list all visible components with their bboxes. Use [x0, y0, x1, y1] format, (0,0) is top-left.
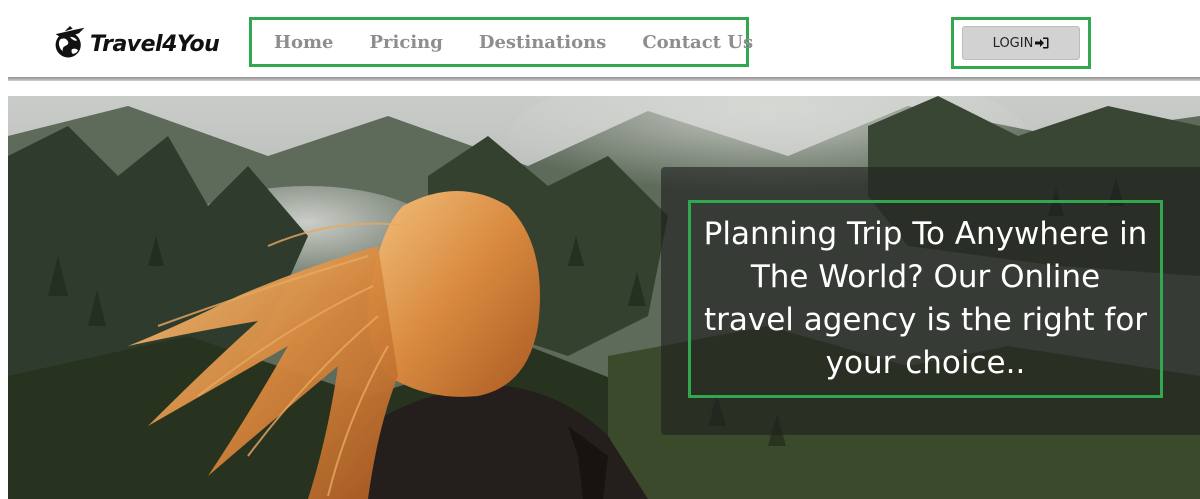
hero-tagline-box: Planning Trip To Anywhere in The World? … [688, 200, 1163, 398]
login-label: LOGIN [992, 35, 1034, 51]
nav-home[interactable]: Home [274, 32, 334, 53]
nav-pricing[interactable]: Pricing [370, 32, 443, 53]
nav-contact-us[interactable]: Contact Us [642, 32, 753, 53]
main-nav: Home Pricing Destinations Contact Us [249, 17, 753, 67]
hero-tagline: Planning Trip To Anywhere in The World? … [703, 216, 1148, 381]
nav-destinations[interactable]: Destinations [479, 32, 606, 53]
sign-in-icon [1035, 37, 1049, 49]
site-header: Travel4You Home Pricing Destinations Con… [0, 0, 1200, 82]
login-area: LOGIN [951, 17, 1091, 69]
brand-logo[interactable]: Travel4You [52, 24, 220, 64]
brand-name: Travel4You [90, 31, 220, 57]
login-button[interactable]: LOGIN [962, 26, 1080, 60]
globe-plane-logo-icon [55, 26, 85, 58]
hero-banner: Planning Trip To Anywhere in The World? … [8, 96, 1200, 499]
header-divider [8, 77, 1200, 81]
